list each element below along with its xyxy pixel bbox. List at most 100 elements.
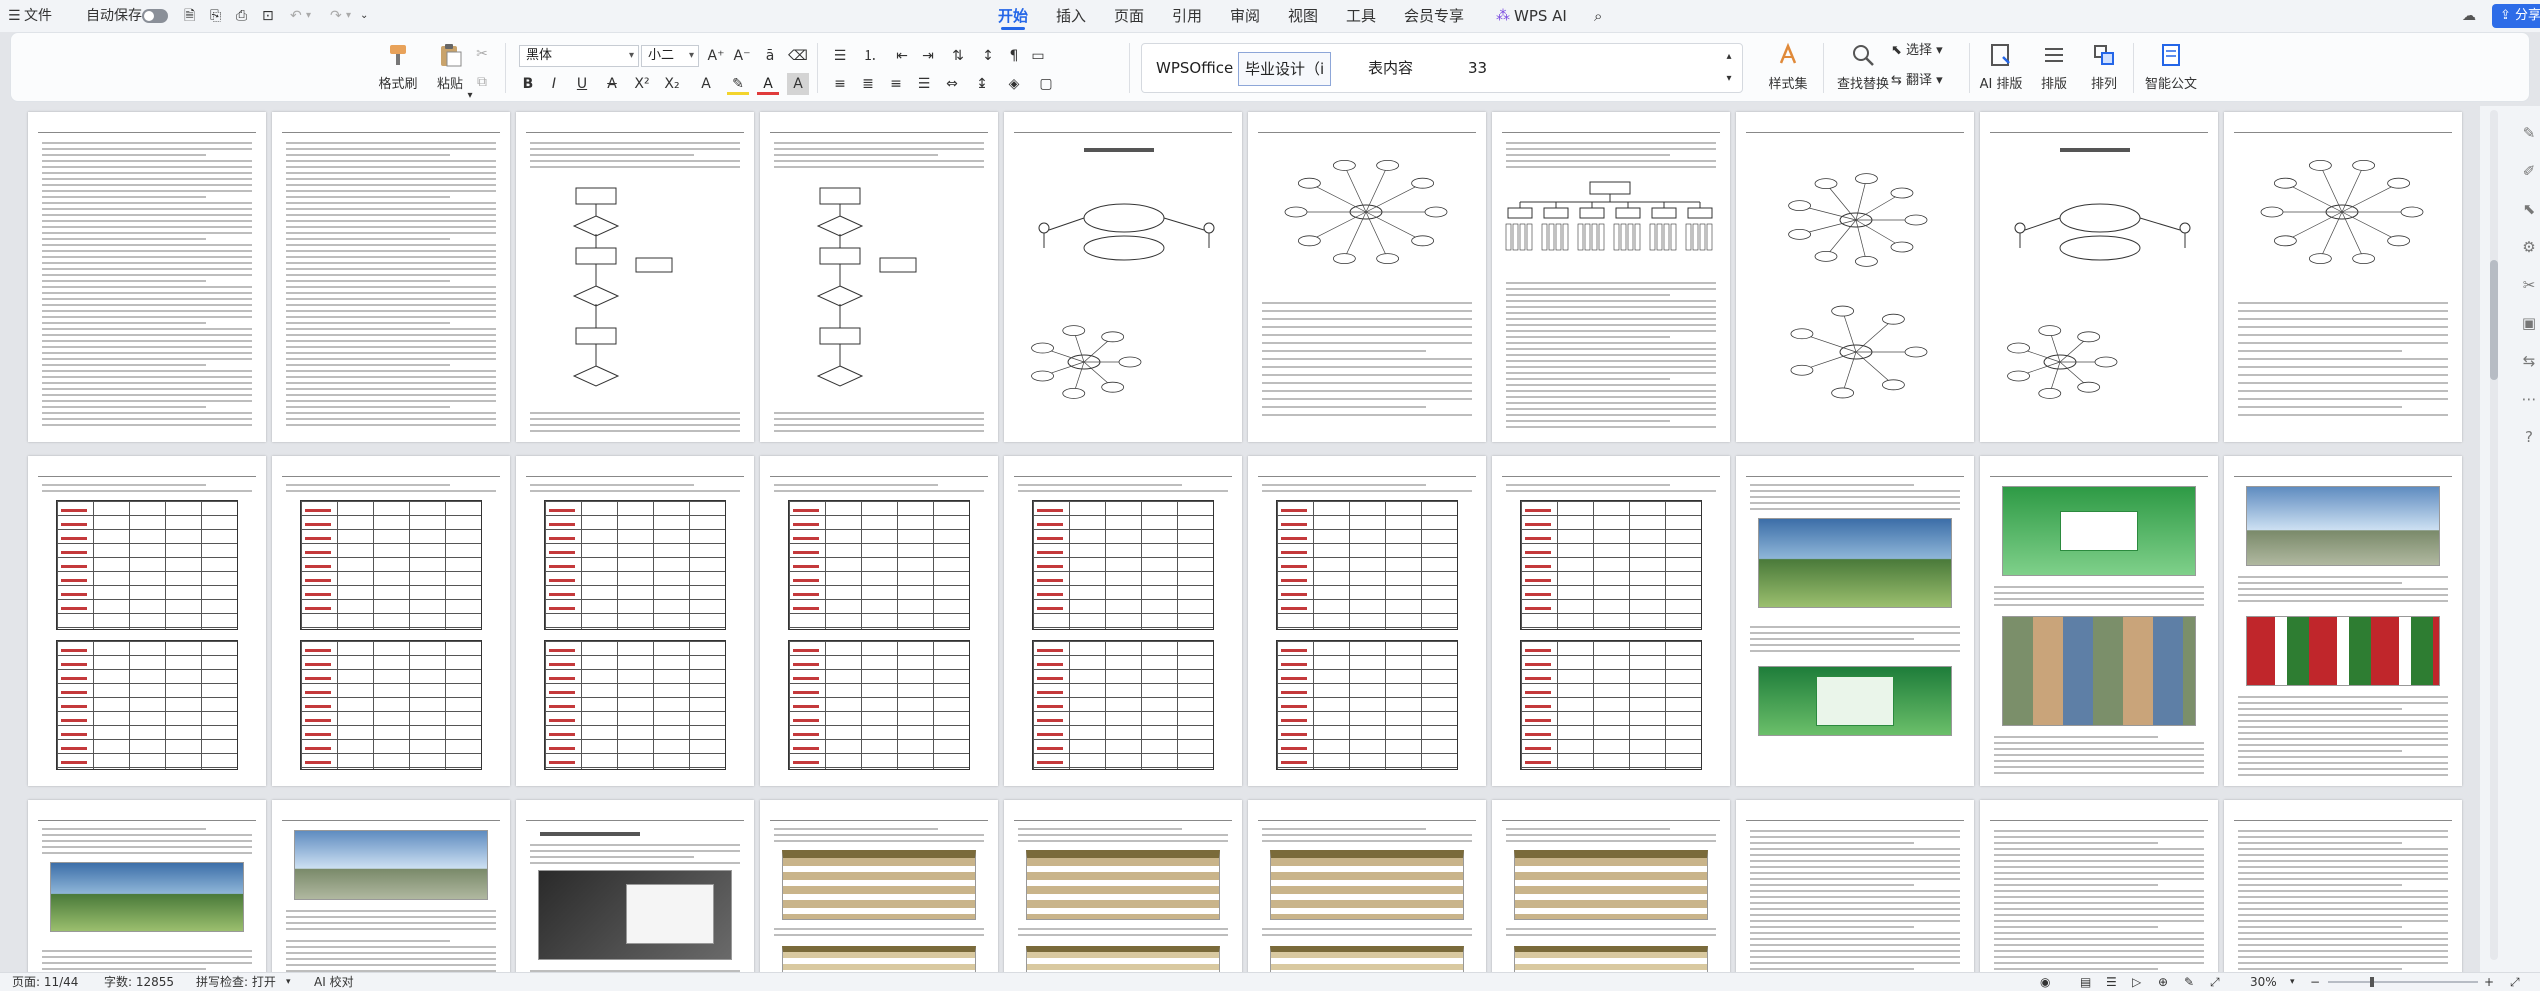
cursor-icon[interactable]: ⬉ [2520, 200, 2538, 218]
document-page[interactable] [1736, 456, 1974, 786]
document-page[interactable] [2224, 112, 2462, 442]
document-page[interactable] [760, 456, 998, 786]
document-page[interactable] [1248, 112, 1486, 442]
zoom-level[interactable]: 30% [2250, 973, 2277, 991]
document-page[interactable] [28, 456, 266, 786]
document-page[interactable] [272, 112, 510, 442]
search-icon[interactable]: ⌕ [1594, 5, 1602, 27]
document-page[interactable] [1248, 800, 1486, 972]
share-button[interactable]: ⇪ 分享 [2492, 4, 2540, 28]
help-icon[interactable]: ? [2520, 428, 2538, 446]
layout-button[interactable]: 排版 [2027, 39, 2081, 97]
justify-icon[interactable]: ☰ [913, 73, 935, 95]
spellcheck-status[interactable]: 拼写检查: 打开 [196, 973, 276, 991]
document-page[interactable] [760, 800, 998, 972]
tab-wps-ai[interactable]: WPS AI [1514, 5, 1567, 27]
line-spacing-icon[interactable]: ↨ [971, 73, 993, 95]
vertical-scrollbar[interactable] [2490, 110, 2498, 960]
tab-review[interactable]: 审阅 [1230, 5, 1260, 27]
translate-button[interactable]: ⇆ 翻译 ▾ [1891, 69, 1943, 93]
italic-icon[interactable]: I [543, 73, 565, 95]
document-page[interactable] [1004, 800, 1242, 972]
undo-icon[interactable]: ↶ [290, 6, 302, 26]
redo-icon[interactable]: ↷ [330, 6, 342, 26]
shading-icon[interactable]: ◈ [1003, 73, 1025, 95]
document-page[interactable] [1248, 456, 1486, 786]
adjust-icon[interactable]: ⚙ [2520, 238, 2538, 256]
align-right-icon[interactable]: ≡ [885, 73, 907, 95]
char-shading-icon[interactable]: A [787, 73, 809, 95]
export-pdf-icon[interactable]: ⎘ [210, 6, 221, 26]
clear-format-icon[interactable]: ⌫ [787, 45, 809, 67]
style-thesis[interactable]: 毕业设计（i [1238, 52, 1332, 86]
eye-icon[interactable]: ◉ [2040, 973, 2050, 991]
web-view-icon[interactable]: ⊕ [2158, 973, 2168, 991]
select-button[interactable]: ⬉ 选择 ▾ [1891, 39, 1943, 63]
ai-layout-button[interactable]: AI 排版 [1973, 39, 2029, 97]
undo-dropdown-icon[interactable]: ▾ [306, 6, 311, 26]
bold-icon[interactable]: B [517, 73, 539, 95]
document-page[interactable] [1736, 112, 1974, 442]
fullscreen-icon[interactable]: ⤢ [2510, 973, 2520, 991]
write-icon[interactable]: ✎ [2184, 973, 2194, 991]
smart-doc-button[interactable]: 智能公文 [2141, 39, 2201, 97]
autosave-toggle[interactable] [142, 9, 168, 23]
find-replace-button[interactable]: 查找替换 [1831, 39, 1895, 97]
tab-view[interactable]: 视图 [1288, 5, 1318, 27]
document-page[interactable] [516, 456, 754, 786]
document-page[interactable] [2224, 456, 2462, 786]
document-page[interactable] [1492, 456, 1730, 786]
document-page[interactable] [2224, 800, 2462, 972]
document-page[interactable] [28, 112, 266, 442]
document-page[interactable] [1492, 800, 1730, 972]
image-icon[interactable]: ▣ [2520, 314, 2538, 332]
highlight-icon[interactable]: ✎ [727, 73, 749, 95]
chevron-down-icon[interactable]: ▾ [2290, 973, 2295, 991]
file-menu[interactable]: 文件 [24, 6, 52, 26]
style-more-icon[interactable]: ▾ [1718, 68, 1740, 90]
style-set-button[interactable]: 样式集 [1761, 39, 1815, 97]
font-color-icon[interactable]: A [757, 73, 779, 95]
page-view-icon[interactable]: ▤ [2080, 973, 2091, 991]
document-page[interactable] [516, 112, 754, 442]
translate-icon[interactable]: ⇆ [2520, 352, 2538, 370]
pen-icon[interactable]: ✎ [2520, 124, 2538, 142]
document-page[interactable] [516, 800, 754, 972]
text-effect-icon[interactable]: A [695, 73, 717, 95]
copy-icon[interactable]: ⧉ [471, 71, 493, 93]
scrollbar-thumb[interactable] [2490, 260, 2498, 380]
document-page[interactable] [760, 112, 998, 442]
document-page[interactable] [28, 800, 266, 972]
style-table-content[interactable]: 表内容 [1362, 52, 1419, 84]
font-name-select[interactable]: 黑体 ▾ [519, 45, 639, 67]
tab-references[interactable]: 引用 [1172, 5, 1202, 27]
print-preview-icon[interactable]: ⊡ [262, 6, 274, 26]
table-border-icon[interactable]: ▭ [1027, 45, 1049, 67]
shrink-font-icon[interactable]: A⁻ [731, 45, 753, 67]
page-indicator[interactable]: 页面: 11/44 [12, 973, 78, 991]
tab-tools[interactable]: 工具 [1346, 5, 1376, 27]
show-marks-icon[interactable]: ¶ [1003, 45, 1025, 67]
zoom-slider-handle[interactable] [2370, 977, 2374, 987]
zoom-slider[interactable] [2328, 981, 2478, 983]
tab-home[interactable]: 开始 [998, 5, 1028, 30]
decrease-indent-icon[interactable]: ⇤ [891, 45, 913, 67]
edit-icon[interactable]: ✐ [2520, 162, 2538, 180]
tools-icon[interactable]: ✂ [2520, 276, 2538, 294]
align-center-icon[interactable]: ≣ [857, 73, 879, 95]
hamburger-icon[interactable]: ☰ [8, 6, 21, 26]
align-left-icon[interactable]: ≡ [829, 73, 851, 95]
outline-view-icon[interactable]: ☰ [2106, 973, 2117, 991]
tab-member[interactable]: 会员专享 [1404, 5, 1464, 27]
style-scroll-up-icon[interactable]: ▴ [1718, 46, 1740, 68]
style-33[interactable]: 33 [1462, 52, 1493, 84]
document-page[interactable] [272, 800, 510, 972]
grow-font-icon[interactable]: A⁺ [705, 45, 727, 67]
text-direction-icon[interactable]: ⇅ [947, 45, 969, 67]
save-icon[interactable]: 🗎 [184, 6, 195, 26]
word-count[interactable]: 字数: 12855 [104, 973, 174, 991]
redo-dropdown-icon[interactable]: ▾ [346, 6, 351, 26]
borders-icon[interactable]: ▢ [1035, 73, 1057, 95]
document-page[interactable] [1980, 456, 2218, 786]
document-page[interactable] [1004, 112, 1242, 442]
